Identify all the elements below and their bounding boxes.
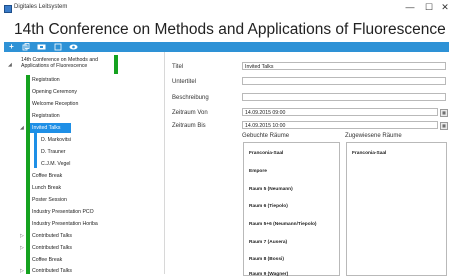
assigned-rooms-label: Zugewiesene Räume xyxy=(345,133,402,139)
tree-item[interactable]: Contributed Talks xyxy=(32,245,72,251)
tree-item[interactable]: Registration xyxy=(32,77,60,83)
toolbar: + xyxy=(4,42,449,52)
eye-icon[interactable] xyxy=(69,43,78,51)
room-item[interactable]: Raum 9 (Wagner) xyxy=(249,272,288,277)
tree-item[interactable]: Industry Presentation Horiba xyxy=(32,221,98,227)
room-item[interactable]: Raum 5+6 (Neumann/Tiepolo) xyxy=(249,222,316,227)
expand-arrow-icon[interactable]: ▷ xyxy=(20,245,24,251)
tree-item[interactable]: Lunch Break xyxy=(32,185,61,191)
end-datetime-field[interactable]: 14.09.2015 10:00 xyxy=(242,121,438,129)
minimize-button[interactable]: — xyxy=(404,2,416,12)
room-item[interactable]: Raum 8 (Bossi) xyxy=(249,257,284,262)
title-field[interactable]: Invited Talks xyxy=(242,62,446,70)
calendar-dropdown-icon[interactable]: ▦ xyxy=(440,122,448,130)
description-field[interactable] xyxy=(242,93,446,101)
room-item[interactable]: Empore xyxy=(249,169,267,174)
calendar-dropdown-icon[interactable]: ▦ xyxy=(440,109,448,117)
tree-item[interactable]: Welcome Reception xyxy=(32,101,78,107)
title-label: Titel xyxy=(172,64,184,70)
room-item[interactable]: Franconia-Saal xyxy=(249,151,283,156)
tree-item[interactable]: Coffee Break xyxy=(32,257,62,263)
tree-item[interactable]: D. Markovitsi xyxy=(41,137,71,143)
collapse-arrow-icon[interactable]: ◢ xyxy=(20,125,24,131)
maximize-button[interactable]: ☐ xyxy=(423,2,435,12)
tree-item[interactable]: Contributed Talks xyxy=(32,233,72,239)
plus-icon[interactable]: + xyxy=(7,43,16,51)
copy-icon[interactable] xyxy=(21,43,30,51)
description-label: Beschreibung xyxy=(172,95,209,101)
room-item[interactable]: Raum 5 (Neumann) xyxy=(249,187,293,192)
booked-rooms-label: Gebuchte Räume xyxy=(242,133,290,139)
subtitle-label: Untertitel xyxy=(172,79,197,85)
close-button[interactable]: ✕ xyxy=(439,2,451,12)
app-icon xyxy=(4,5,12,13)
end-label: Zeitraum Bis xyxy=(172,123,206,129)
session-tree[interactable]: ◢ 14th Conference on Methods and Applica… xyxy=(4,52,165,274)
grid-icon[interactable] xyxy=(37,43,46,51)
assigned-rooms-list[interactable]: Franconia-Saal xyxy=(346,142,447,276)
expand-arrow-icon[interactable]: ▷ xyxy=(20,233,24,239)
tree-item[interactable]: Coffee Break xyxy=(32,173,62,179)
edit-icon[interactable] xyxy=(53,43,62,51)
window-titlebar: Digitales Leitsystem — ☐ ✕ xyxy=(0,0,451,15)
tree-item[interactable]: C.J.M. Vegel xyxy=(41,161,70,167)
tree-item[interactable]: Industry Presentation PCO xyxy=(32,209,94,215)
page-title: 14th Conference on Methods and Applicati… xyxy=(14,21,446,38)
tree-item[interactable]: Opening Ceremony xyxy=(32,89,77,95)
details-form: Titel Invited Talks Untertitel Beschreib… xyxy=(167,52,451,277)
tree-item[interactable]: D. Trauner xyxy=(41,149,66,155)
child-bar xyxy=(34,133,37,168)
room-item[interactable]: Franconia-Saal xyxy=(352,151,386,156)
tree-item[interactable]: Poster Session xyxy=(32,197,67,203)
start-datetime-field[interactable]: 14.09.2015 09:00 xyxy=(242,108,438,116)
tree-item[interactable]: Contributed Talks xyxy=(32,268,72,274)
app-title: Digitales Leitsystem xyxy=(14,4,68,10)
tree-item[interactable]: Registration xyxy=(32,113,60,119)
room-item[interactable]: Raum 6 (Tiepolo) xyxy=(249,204,288,209)
subtitle-field[interactable] xyxy=(242,77,446,85)
expand-arrow-icon[interactable]: ▷ xyxy=(20,268,24,274)
room-item[interactable]: Raum 7 (Ausera) xyxy=(249,240,287,245)
tree-item-selected[interactable]: Invited Talks xyxy=(32,125,60,131)
tree-root-line2[interactable]: Applications of Fluorescence xyxy=(21,63,87,69)
collapse-arrow-icon[interactable]: ◢ xyxy=(8,62,12,68)
status-bar xyxy=(114,55,118,74)
booked-rooms-list[interactable]: Franconia-Saal Empore Raum 5 (Neumann) R… xyxy=(243,142,340,277)
start-label: Zeitraum Von xyxy=(172,110,208,116)
status-bar xyxy=(26,75,30,274)
